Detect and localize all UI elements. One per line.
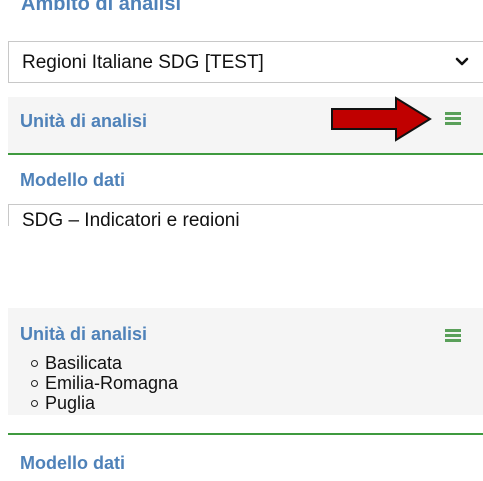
unit-label: Emilia-Romagna: [45, 373, 179, 393]
chevron-down-icon: [455, 57, 469, 66]
hamburger-menu-icon[interactable]: [445, 112, 461, 126]
model-section-title: Modello dati: [20, 170, 125, 190]
unit-section-title: Unità di analisi: [20, 324, 148, 344]
list-item: Basilicata: [8, 353, 483, 373]
unit-label: Basilicata: [45, 353, 123, 373]
model-select-value: SDG – Indicatori e regioni: [22, 210, 240, 226]
ambito-select-value: Regioni Italiane SDG [TEST]: [22, 52, 264, 73]
bullet-icon: [31, 400, 38, 407]
ambito-select[interactable]: Regioni Italiane SDG [TEST]: [8, 41, 483, 83]
unit-list: Basilicata Emilia-Romagna Puglia: [8, 353, 483, 413]
top-panel: Ambito di analisi Regioni Italiane SDG […: [0, 0, 483, 226]
unit-section-title: Unità di analisi: [20, 111, 148, 131]
model-section-header: Modello dati: [8, 155, 483, 204]
bullet-icon: [31, 380, 38, 387]
list-item: Puglia: [8, 393, 483, 413]
model-section-title: Modello dati: [20, 453, 125, 473]
unit-label: Puglia: [45, 393, 96, 413]
bottom-panel: Unità di analisi Basilicata Emilia-Romag…: [0, 300, 483, 481]
model-select[interactable]: SDG – Indicatori e regioni: [8, 204, 483, 226]
ambito-title: Ambito di analisi: [21, 0, 182, 15]
red-arrow-annotation: [331, 96, 432, 142]
bullet-icon: [31, 360, 38, 367]
hamburger-menu-icon[interactable]: [445, 329, 461, 343]
model-section-header: Modello dati: [8, 435, 483, 481]
list-item: Emilia-Romagna: [8, 373, 483, 393]
